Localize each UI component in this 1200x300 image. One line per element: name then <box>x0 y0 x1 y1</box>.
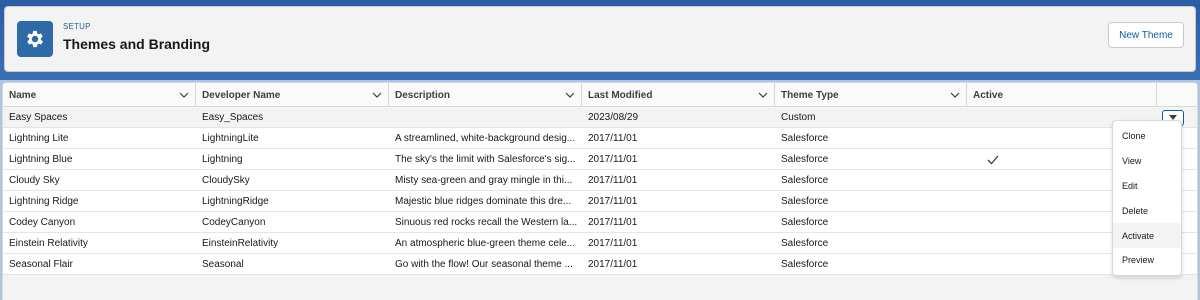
table-row[interactable]: Lightning Blue Lightning The sky's the l… <box>3 149 1197 170</box>
cell-developer-name: Lightning <box>202 154 243 165</box>
column-header-actions <box>1157 83 1197 107</box>
cell-developer-name: CodeyCanyon <box>202 217 266 228</box>
column-header-label: Theme Type <box>781 89 839 101</box>
cell-last-modified: 2017/11/01 <box>588 154 638 165</box>
column-header-label: Name <box>9 89 37 101</box>
page-header: SETUP Themes and Branding New Theme <box>4 6 1196 72</box>
column-header-label: Description <box>395 89 451 101</box>
chevron-down-icon[interactable] <box>950 90 960 100</box>
column-header-label: Active <box>973 89 1004 101</box>
cell-developer-name: EinsteinRelativity <box>202 238 279 249</box>
table-row[interactable]: Einstein Relativity EinsteinRelativity A… <box>3 233 1197 254</box>
chevron-down-icon[interactable] <box>179 90 189 100</box>
menu-item-clone[interactable]: Clone <box>1113 124 1181 149</box>
table-row[interactable]: Lightning Ridge LightningRidge Majestic … <box>3 191 1197 212</box>
cell-name: Codey Canyon <box>9 217 76 228</box>
cell-last-modified: 2023/08/29 <box>588 112 639 123</box>
cell-developer-name: Seasonal <box>202 259 244 270</box>
table-row[interactable]: Cloudy Sky CloudySky Misty sea-green and… <box>3 170 1197 191</box>
chevron-down-icon[interactable] <box>565 90 575 100</box>
cell-last-modified: 2017/11/01 <box>588 238 638 249</box>
menu-item-edit[interactable]: Edit <box>1113 174 1181 199</box>
menu-item-preview[interactable]: Preview <box>1113 248 1181 273</box>
cell-last-modified: 2017/11/01 <box>588 133 638 144</box>
themes-table: Name Developer Name Description Last Mod… <box>2 82 1198 300</box>
chevron-down-icon[interactable] <box>372 90 382 100</box>
cell-theme-type: Salesforce <box>781 217 829 228</box>
cell-last-modified: 2017/11/01 <box>588 259 638 270</box>
cell-name: Lightning Blue <box>9 154 73 165</box>
menu-item-view[interactable]: View <box>1113 149 1181 174</box>
cell-theme-type: Salesforce <box>781 154 829 165</box>
cell-developer-name: Easy_Spaces <box>202 112 264 123</box>
cell-developer-name: LightningLite <box>202 133 259 144</box>
cell-name: Einstein Relativity <box>9 238 88 249</box>
column-header-description[interactable]: Description <box>389 83 582 107</box>
cell-theme-type: Salesforce <box>781 175 829 186</box>
cell-theme-type: Custom <box>781 112 816 123</box>
cell-last-modified: 2017/11/01 <box>588 175 638 186</box>
menu-item-delete[interactable]: Delete <box>1113 198 1181 223</box>
cell-description <box>389 107 582 128</box>
cell-developer-name: CloudySky <box>202 175 250 186</box>
cell-name: Lightning Ridge <box>9 196 79 207</box>
table-row[interactable]: Codey Canyon CodeyCanyon Sinuous red roc… <box>3 212 1197 233</box>
column-header-active[interactable]: Active <box>967 83 1157 107</box>
cell-description: Sinuous red rocks recall the Western la.… <box>395 217 578 228</box>
cell-theme-type: Salesforce <box>781 133 829 144</box>
cell-description: Go with the flow! Our seasonal theme ... <box>395 259 573 270</box>
column-header-name[interactable]: Name <box>3 83 196 107</box>
cell-description: A streamlined, white-background desig... <box>395 133 576 144</box>
cell-description: The sky's the limit with Salesforce's si… <box>395 154 576 165</box>
cell-last-modified: 2017/11/01 <box>588 196 638 207</box>
cell-description: An atmospheric blue-green theme cele... <box>395 238 576 249</box>
cell-name: Easy Spaces <box>9 112 68 123</box>
chevron-down-icon[interactable] <box>758 90 768 100</box>
cell-description: Majestic blue ridges dominate this dre..… <box>395 196 572 207</box>
cell-name: Lightning Lite <box>9 133 69 144</box>
cell-name: Cloudy Sky <box>9 175 60 186</box>
table-row[interactable]: Easy Spaces Easy_Spaces 2023/08/29 Custo… <box>3 107 1197 128</box>
column-header-theme-type[interactable]: Theme Type <box>775 83 967 107</box>
table-header: Name Developer Name Description Last Mod… <box>3 83 1197 107</box>
setup-gear-icon <box>17 21 53 57</box>
cell-name: Seasonal Flair <box>9 259 73 270</box>
cell-last-modified: 2017/11/01 <box>588 217 638 228</box>
table-row[interactable]: Seasonal Flair Seasonal Go with the flow… <box>3 254 1197 275</box>
cell-developer-name: LightningRidge <box>202 196 269 207</box>
column-header-label: Last Modified <box>588 89 653 101</box>
row-actions-menu: Clone View Edit Delete Activate Preview <box>1112 120 1182 276</box>
cell-theme-type: Salesforce <box>781 196 829 207</box>
cell-description: Misty sea-green and gray mingle in thi..… <box>395 175 573 186</box>
page-eyebrow: SETUP <box>63 22 91 31</box>
menu-item-activate[interactable]: Activate <box>1113 223 1181 248</box>
column-header-label: Developer Name <box>202 89 281 101</box>
new-theme-button[interactable]: New Theme <box>1108 22 1184 48</box>
table-row[interactable]: Lightning Lite LightningLite A streamlin… <box>3 128 1197 149</box>
column-header-developer-name[interactable]: Developer Name <box>196 83 389 107</box>
page-title: Themes and Branding <box>63 36 211 52</box>
checkmark-icon <box>987 155 999 164</box>
cell-theme-type: Salesforce <box>781 238 829 249</box>
column-header-last-modified[interactable]: Last Modified <box>582 83 775 107</box>
cell-theme-type: Salesforce <box>781 259 829 270</box>
